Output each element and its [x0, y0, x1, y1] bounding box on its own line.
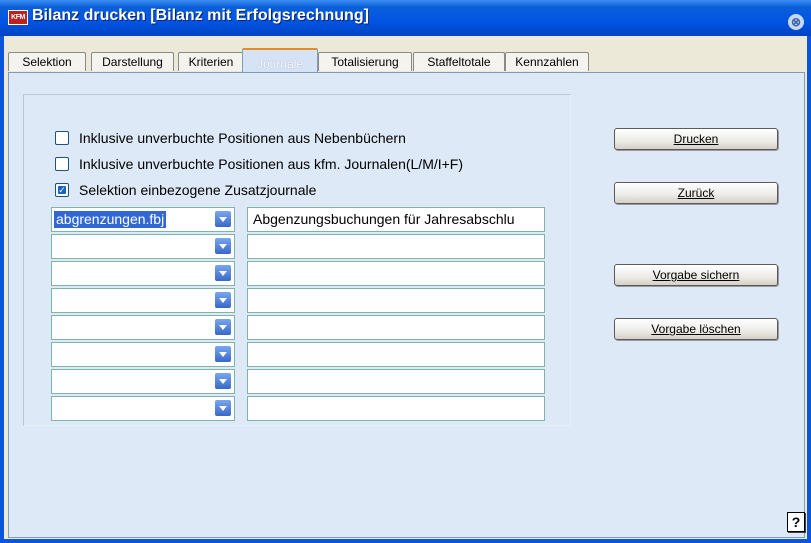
checkmark-icon: ✓: [58, 185, 66, 195]
tab-journale[interactable]: Journale: [242, 48, 318, 74]
window-frame-left: [0, 36, 4, 543]
delete-default-button[interactable]: Vorgabe löschen: [614, 318, 778, 340]
journal-file-5: [54, 319, 58, 336]
tab-darstellung[interactable]: Darstellung: [91, 52, 174, 71]
save-default-button[interactable]: Vorgabe sichern: [614, 264, 778, 286]
journal-description-6[interactable]: [247, 342, 545, 367]
dialog-window: KFM Bilanz drucken [Bilanz mit Erfolgsre…: [0, 0, 811, 543]
journal-file-6: [54, 346, 58, 363]
chevron-down-icon[interactable]: [215, 265, 231, 281]
journal-file-1: abgrenzungen.fbj: [54, 211, 167, 228]
chevron-down-icon[interactable]: [215, 292, 231, 308]
close-icon[interactable]: ⊗: [788, 14, 804, 30]
window-frame-bottom: [0, 539, 811, 543]
journal-combo-2[interactable]: [51, 234, 235, 259]
window-frame-right: [807, 36, 811, 543]
journal-description-7[interactable]: [247, 369, 545, 394]
chevron-down-icon[interactable]: [215, 319, 231, 335]
journal-combo-1[interactable]: abgrenzungen.fbj: [51, 207, 235, 232]
journal-file-7: [54, 373, 58, 390]
title-bar[interactable]: KFM Bilanz drucken [Bilanz mit Erfolgsre…: [0, 0, 811, 36]
zusatzjournale-checkbox[interactable]: ✓: [55, 183, 69, 197]
print-button[interactable]: Drucken: [614, 128, 778, 150]
help-button[interactable]: ?: [787, 512, 805, 532]
journal-combo-8[interactable]: [51, 396, 235, 421]
tab-selektion[interactable]: Selektion: [8, 52, 86, 71]
journal-combo-4[interactable]: [51, 288, 235, 313]
chevron-down-icon[interactable]: [215, 400, 231, 416]
journal-combo-7[interactable]: [51, 369, 235, 394]
journal-combo-3[interactable]: [51, 261, 235, 286]
tab-kennzahlen[interactable]: Kennzahlen: [505, 52, 589, 71]
journal-file-8: [54, 400, 58, 417]
journal-file-3: [54, 265, 58, 282]
kfm-journale-checkbox[interactable]: [55, 157, 69, 171]
zusatzjournale-label: Selektion einbezogene Zusatzjournale: [79, 182, 317, 198]
window-title: Bilanz drucken [Bilanz mit Erfolgsrechnu…: [32, 7, 369, 24]
nebenbuecher-checkbox[interactable]: [55, 131, 69, 145]
kfm-journale-label: Inklusive unverbuchte Positionen aus kfm…: [79, 156, 464, 172]
journal-description-5[interactable]: [247, 315, 545, 340]
tab-totalisierung[interactable]: Totalisierung: [318, 52, 412, 71]
journal-description-text-1: Abgenzungsbuchungen für Jahresabschlu: [253, 211, 515, 227]
journal-combo-6[interactable]: [51, 342, 235, 367]
journal-description-2[interactable]: [247, 234, 545, 259]
tab-content-journale: Inklusive unverbuchte Positionen aus Neb…: [8, 72, 805, 538]
chevron-down-icon[interactable]: [215, 238, 231, 254]
journal-description-4[interactable]: [247, 288, 545, 313]
chevron-down-icon[interactable]: [215, 373, 231, 389]
nebenbuecher-label: Inklusive unverbuchte Positionen aus Neb…: [79, 130, 406, 146]
journal-description-1[interactable]: Abgenzungsbuchungen für Jahresabschlu: [247, 207, 545, 232]
journal-file-4: [54, 292, 58, 309]
journal-description-8[interactable]: [247, 396, 545, 421]
journal-file-2: [54, 238, 58, 255]
kfm-app-icon: KFM: [8, 10, 28, 25]
tab-strip: Selektion Darstellung Kriterien Journale…: [8, 48, 803, 74]
chevron-down-icon[interactable]: [215, 211, 231, 227]
journal-description-3[interactable]: [247, 261, 545, 286]
chevron-down-icon[interactable]: [215, 346, 231, 362]
back-button[interactable]: Zurück: [614, 182, 778, 204]
tab-kriterien[interactable]: Kriterien: [178, 52, 244, 71]
tab-staffeltotale[interactable]: Staffeltotale: [413, 52, 505, 71]
journal-combo-5[interactable]: [51, 315, 235, 340]
